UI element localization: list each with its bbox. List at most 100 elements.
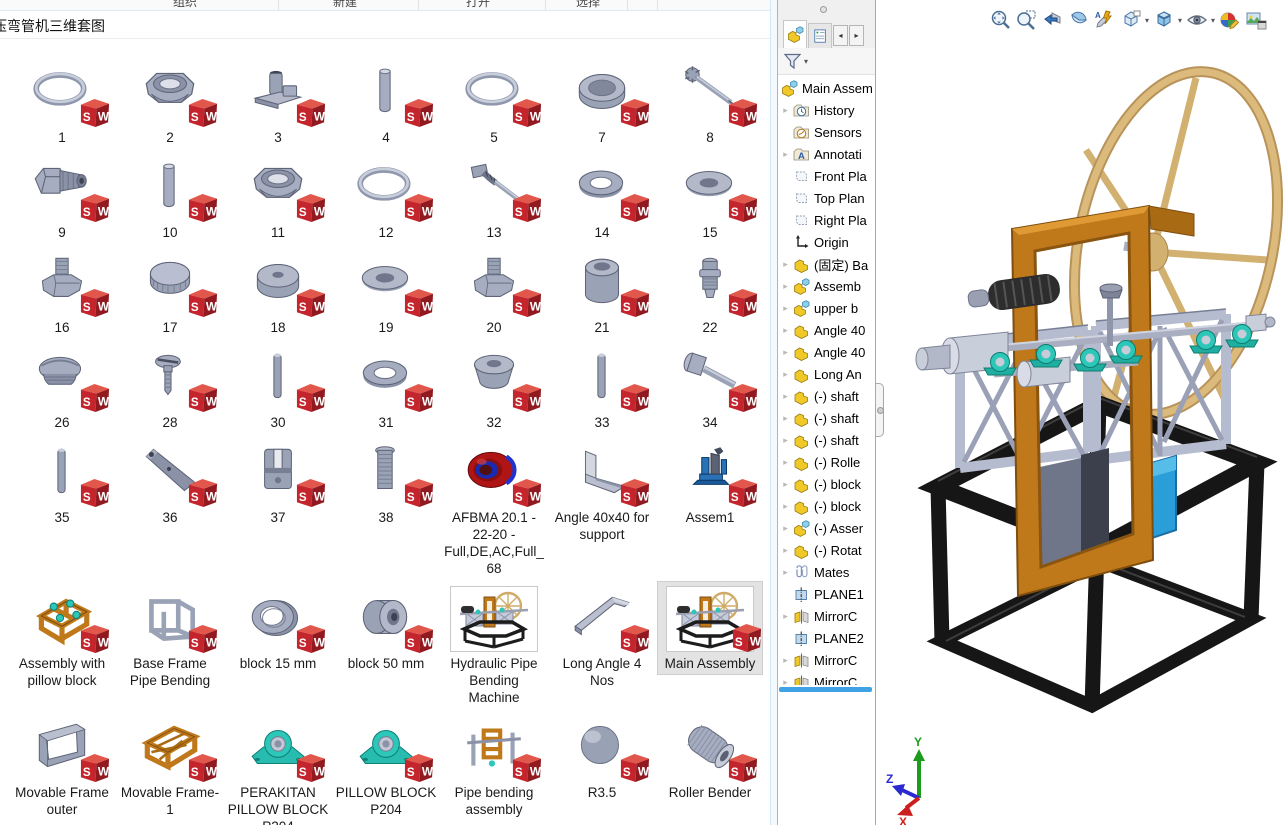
- file-item-block-50-mm[interactable]: SWblock 50 mm: [334, 582, 438, 674]
- file-item-4[interactable]: SW4: [334, 56, 438, 148]
- tree-item--rolle[interactable]: ▸(-) Rolle: [778, 451, 875, 473]
- file-item-31[interactable]: SW31: [334, 341, 438, 433]
- tab-scroll-right-button[interactable]: ▸: [849, 25, 864, 46]
- tree-item-mates[interactable]: ▸Mates: [778, 561, 875, 583]
- file-item-main-assembly[interactable]: SWMain Assembly: [658, 582, 762, 674]
- file-item-18[interactable]: SW18: [226, 246, 330, 338]
- file-item-7[interactable]: SW7: [550, 56, 654, 148]
- expand-arrow-icon[interactable]: ▸: [778, 435, 793, 446]
- file-item-angle-40x40-for-support[interactable]: SWAngle 40x40 for support: [550, 436, 654, 545]
- file-item-32[interactable]: SW32: [442, 341, 546, 433]
- expand-arrow-icon[interactable]: ▸: [778, 523, 793, 534]
- expand-arrow-icon[interactable]: ▸: [778, 677, 793, 686]
- file-item-10[interactable]: SW10: [118, 151, 222, 243]
- expand-arrow-icon[interactable]: ▸: [778, 325, 793, 336]
- file-item-19[interactable]: SW19: [334, 246, 438, 338]
- expand-arrow-icon[interactable]: ▸: [778, 457, 793, 468]
- file-item-37[interactable]: SW37: [226, 436, 330, 528]
- expand-arrow-icon[interactable]: ▸: [778, 655, 793, 666]
- file-item-5[interactable]: SW5: [442, 56, 546, 148]
- expand-arrow-icon[interactable]: ▸: [778, 479, 793, 490]
- filter-funnel-icon[interactable]: [783, 52, 802, 71]
- panel-splitter-handle[interactable]: [876, 383, 884, 437]
- expand-arrow-icon[interactable]: ▸: [778, 281, 793, 292]
- expand-arrow-icon[interactable]: ▸: [778, 545, 793, 556]
- file-item-block-15-mm[interactable]: SWblock 15 mm: [226, 582, 330, 674]
- file-item-roller-bender[interactable]: SWRoller Bender: [658, 711, 762, 803]
- expand-arrow-icon[interactable]: ▸: [778, 567, 793, 578]
- file-item-20[interactable]: SW20: [442, 246, 546, 338]
- file-item-assembly-with-pillow-block[interactable]: SWAssembly with pillow block: [10, 582, 114, 691]
- tree-item-mirrorc[interactable]: ▸MirrorC: [778, 649, 875, 671]
- tree-item-plane2[interactable]: PLANE2: [778, 627, 875, 649]
- tree-item-right-pla[interactable]: Right Pla: [778, 209, 875, 231]
- file-item-30[interactable]: SW30: [226, 341, 330, 433]
- tree-item--shaft[interactable]: ▸(-) shaft: [778, 385, 875, 407]
- file-item-12[interactable]: SW12: [334, 151, 438, 243]
- explorer-scrollbar[interactable]: [770, 0, 778, 825]
- tree-horizontal-scrollbar[interactable]: [779, 687, 872, 692]
- expand-arrow-icon[interactable]: ▸: [778, 259, 793, 270]
- file-item-38[interactable]: SW38: [334, 436, 438, 528]
- file-item-22[interactable]: SW22: [658, 246, 762, 338]
- file-item-9[interactable]: SW9: [10, 151, 114, 243]
- file-item-36[interactable]: SW36: [118, 436, 222, 528]
- tree-item-annotati[interactable]: ▸AAnnotati: [778, 143, 875, 165]
- file-item-2[interactable]: SW2: [118, 56, 222, 148]
- tree-item-mirrorc[interactable]: ▸MirrorC: [778, 605, 875, 627]
- tree-item-angle-40[interactable]: ▸Angle 40: [778, 319, 875, 341]
- expand-arrow-icon[interactable]: ▸: [778, 303, 793, 314]
- file-item-8[interactable]: SW8: [658, 56, 762, 148]
- expand-arrow-icon[interactable]: ▸: [778, 611, 793, 622]
- file-item-pipe-bending-assembly[interactable]: SWPipe bending assembly: [442, 711, 546, 820]
- file-item-long-angle-4-nos[interactable]: SWLong Angle 4 Nos: [550, 582, 654, 691]
- tree-item-long-an[interactable]: ▸Long An: [778, 363, 875, 385]
- tree-item--block[interactable]: ▸(-) block: [778, 473, 875, 495]
- file-item-base-frame-pipe-bending[interactable]: SWBase Frame Pipe Bending: [118, 582, 222, 691]
- file-item-hydraulic-pipe-bending-machine[interactable]: Hydraulic Pipe Bending Machine: [442, 582, 546, 708]
- file-item-assem1[interactable]: SWAssem1: [658, 436, 762, 528]
- file-item-afbma-20-1-22-20-full-de-ac-full-68[interactable]: SWAFBMA 20.1 - 22-20 - Full,DE,AC,Full_6…: [442, 436, 546, 579]
- file-item-11[interactable]: SW11: [226, 151, 330, 243]
- tree-item-upper-b[interactable]: ▸upper b: [778, 297, 875, 319]
- file-item-26[interactable]: SW26: [10, 341, 114, 433]
- expand-arrow-icon[interactable]: ▸: [778, 149, 793, 160]
- file-item-28[interactable]: SW28: [118, 341, 222, 433]
- tree-item-front-pla[interactable]: Front Pla: [778, 165, 875, 187]
- file-item-13[interactable]: SW13: [442, 151, 546, 243]
- expand-arrow-icon[interactable]: ▸: [778, 391, 793, 402]
- tree-item-angle-40[interactable]: ▸Angle 40: [778, 341, 875, 363]
- tree-item-origin[interactable]: Origin: [778, 231, 875, 253]
- file-item-34[interactable]: SW34: [658, 341, 762, 433]
- tree-item-mirrorc[interactable]: ▸MirrorC: [778, 671, 875, 685]
- expand-arrow-icon[interactable]: ▸: [778, 105, 793, 116]
- tree-item-sensors[interactable]: Sensors: [778, 121, 875, 143]
- file-item-perakitan-pillow-block-p204[interactable]: SWPERAKITAN PILLOW BLOCK P204: [226, 711, 330, 825]
- file-item-16[interactable]: SW16: [10, 246, 114, 338]
- featuremanager-tab[interactable]: [783, 20, 807, 48]
- file-item-14[interactable]: SW14: [550, 151, 654, 243]
- tree-item-plane1[interactable]: PLANE1: [778, 583, 875, 605]
- command-bar-item-2[interactable]: 新建: [315, 0, 375, 10]
- panel-collapse-knob[interactable]: [820, 6, 827, 13]
- tab-scroll-left-button[interactable]: ◂: [833, 25, 848, 46]
- command-bar-item-1[interactable]: 组织: [155, 0, 215, 10]
- tree-item-assemb[interactable]: ▸Assemb: [778, 275, 875, 297]
- tree-item--shaft[interactable]: ▸(-) shaft: [778, 429, 875, 451]
- tree-item--rotat[interactable]: ▸(-) Rotat: [778, 539, 875, 561]
- file-item-1[interactable]: SW1: [10, 56, 114, 148]
- file-item-r3-5[interactable]: SWR3.5: [550, 711, 654, 803]
- tree-item--asser[interactable]: ▸(-) Asser: [778, 517, 875, 539]
- expand-arrow-icon[interactable]: ▸: [778, 347, 793, 358]
- file-item-movable-frame-outer[interactable]: SWMovable Frame outer: [10, 711, 114, 820]
- filter-dropdown-caret[interactable]: ▾: [804, 57, 808, 66]
- tree-item--固定-ba[interactable]: ▸(固定) Ba: [778, 253, 875, 275]
- file-item-35[interactable]: SW35: [10, 436, 114, 528]
- command-bar-item-3[interactable]: 打开: [448, 0, 508, 10]
- expand-arrow-icon[interactable]: ▸: [778, 369, 793, 380]
- expand-arrow-icon[interactable]: ▸: [778, 413, 793, 424]
- tree-item--block[interactable]: ▸(-) block: [778, 495, 875, 517]
- file-item-17[interactable]: SW17: [118, 246, 222, 338]
- file-item-21[interactable]: SW21: [550, 246, 654, 338]
- tree-item--shaft[interactable]: ▸(-) shaft: [778, 407, 875, 429]
